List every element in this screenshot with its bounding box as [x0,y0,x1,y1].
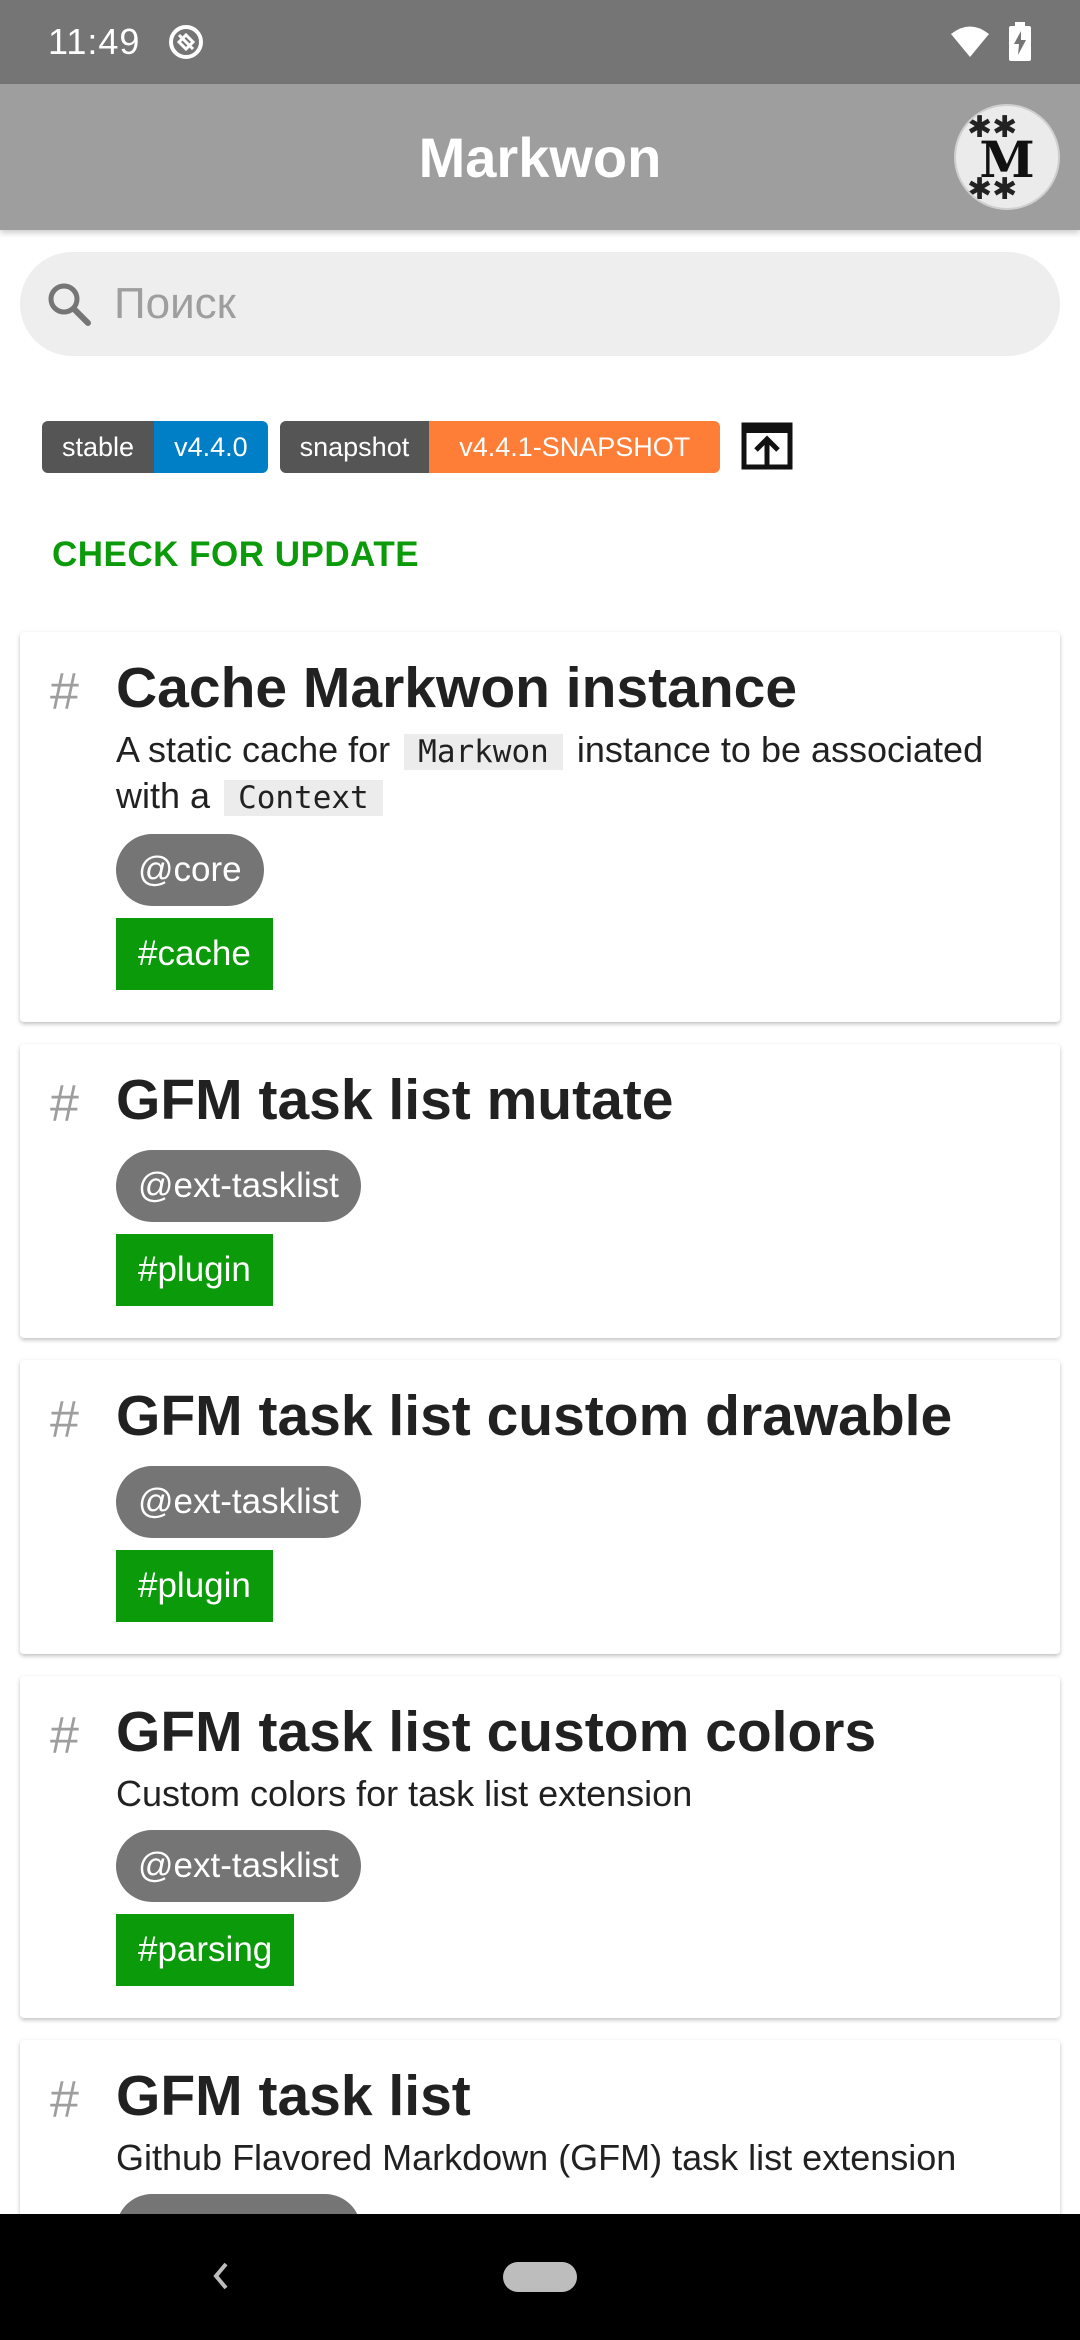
svg-text:M: M [979,130,1034,189]
artifact-chip[interactable]: @core [116,834,264,906]
hash-icon: # [50,663,79,721]
tag-chip[interactable]: #parsing [116,1914,295,1986]
sample-title: GFM task list mutate [116,1068,674,1132]
sample-title: GFM task list custom colors [116,1700,877,1764]
sample-title: GFM task list [116,2064,471,2128]
sample-card[interactable]: # Cache Markwon instance A static cache … [20,632,1060,1022]
samples-list: # Cache Markwon instance A static cache … [20,632,1060,2320]
inline-code: Context [224,780,383,816]
sample-card[interactable]: # GFM task list mutate @ext-tasklist #pl… [20,1044,1060,1338]
app-bar: Markwon ✱✱ ✱✱ M [0,84,1080,230]
snapshot-version-badge[interactable]: snapshot v4.4.1-SNAPSHOT [279,421,721,473]
badge-label: stable [42,421,155,473]
wifi-icon [951,26,989,57]
status-time: 11:49 [48,21,141,62]
battery-charging-icon [1009,22,1031,61]
sample-card[interactable]: # GFM task list custom drawable @ext-tas… [20,1360,1060,1654]
search-bar[interactable] [20,252,1060,356]
sample-description: Github Flavored Markdown (GFM) task list… [116,2137,957,2178]
hash-icon: # [50,1391,79,1449]
markwon-logo[interactable]: ✱✱ ✱✱ M [954,104,1060,210]
version-badges: stable v4.4.0 snapshot v4.4.1-SNAPSHOT [42,420,796,474]
hash-icon: # [50,1707,79,1765]
tag-chip[interactable]: #plugin [116,1234,273,1306]
search-icon [48,283,91,326]
hash-icon: # [50,1075,79,1133]
inline-code: Markwon [404,734,563,770]
tag-chip[interactable]: #plugin [116,1550,273,1622]
hash-icon: # [50,2071,79,2129]
sample-description: A static cache for Markwon instance to b… [116,728,1030,820]
artifact-chip[interactable]: @ext-tasklist [116,1150,361,1222]
tag-chip[interactable]: #cache [116,918,273,990]
navigation-bar [0,2214,1080,2340]
check-for-update-button[interactable]: CHECK FOR UPDATE [52,535,419,575]
search-input[interactable] [114,279,1014,329]
sample-card[interactable]: # GFM task list custom colors Custom col… [20,1676,1060,2018]
artifact-chip[interactable]: @ext-tasklist [116,1830,361,1902]
home-button[interactable] [503,2262,577,2292]
status-bar: 11:49 [0,0,1080,84]
stable-version-badge[interactable]: stable v4.4.0 [42,421,268,473]
app-title: Markwon [418,125,662,189]
sample-description: Custom colors for task list extension [116,1773,693,1814]
sample-title: GFM task list custom drawable [116,1384,953,1448]
sample-title: Cache Markwon instance [116,656,798,720]
badge-label: snapshot [279,421,430,473]
markwon-logo-icon: ✱✱ ✱✱ M [967,110,1035,207]
artifact-chip[interactable]: @ext-tasklist [116,1466,361,1538]
app-notification-icon [169,25,204,59]
badge-value: v4.4.1-SNAPSHOT [429,421,721,473]
open-upload-icon[interactable] [740,419,796,475]
back-icon[interactable] [208,2258,232,2294]
badge-value: v4.4.0 [154,421,268,473]
description-text: A static cache for [116,729,391,770]
